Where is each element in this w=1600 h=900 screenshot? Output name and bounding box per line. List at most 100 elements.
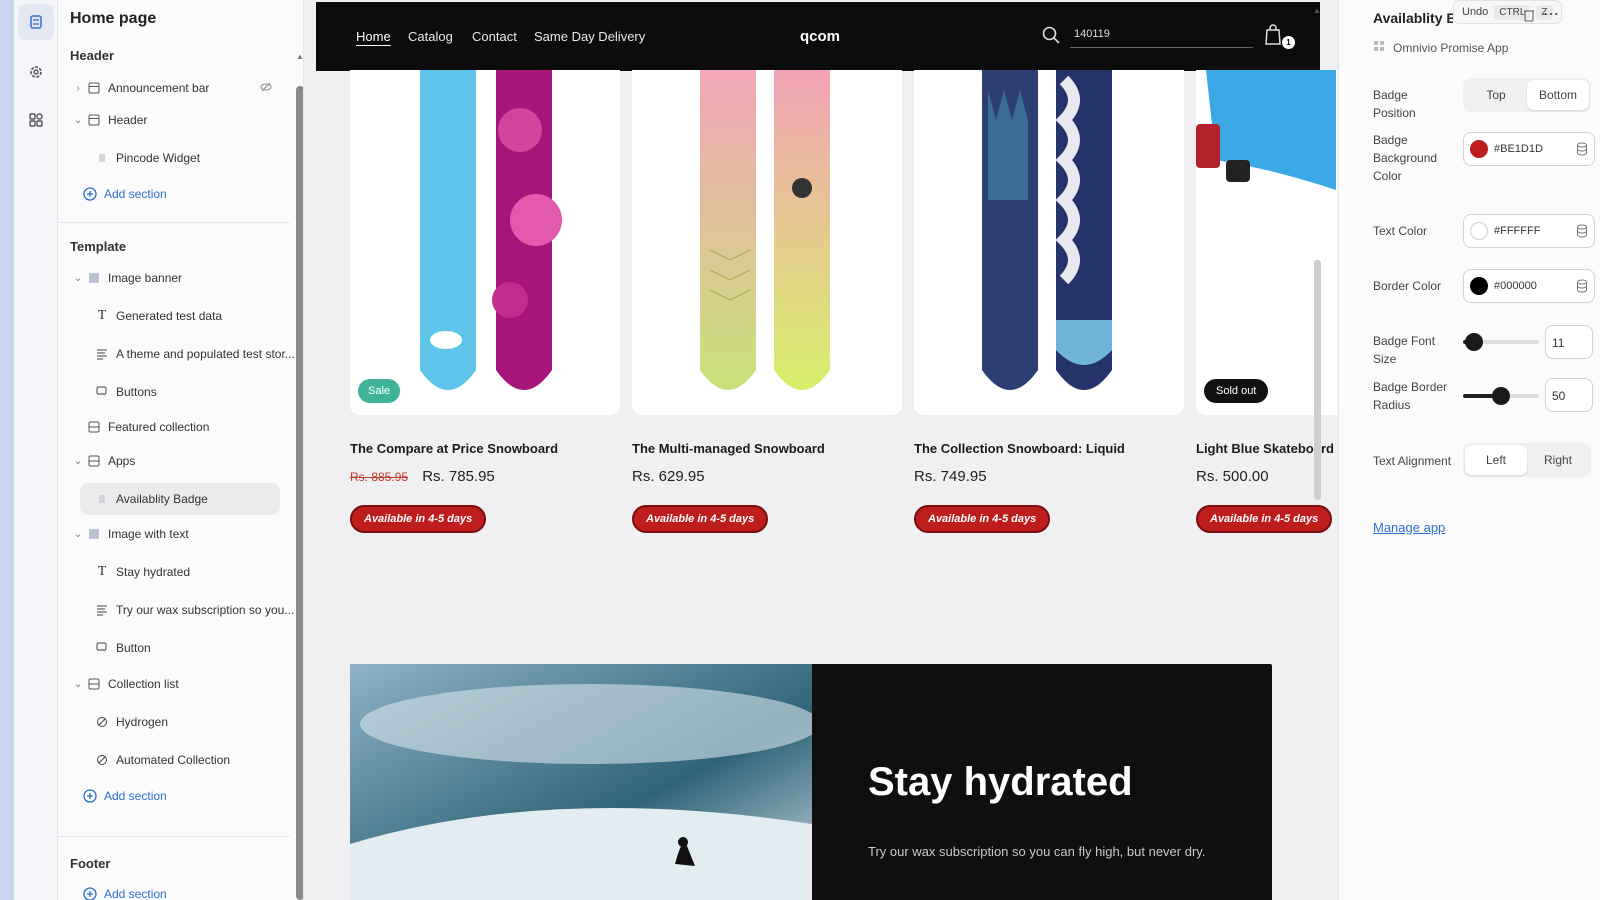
cart-icon[interactable]	[1264, 22, 1282, 51]
database-icon[interactable]	[1576, 279, 1588, 296]
bg-color-value[interactable]: #BE1D1D	[1494, 143, 1543, 155]
divider	[58, 836, 290, 837]
slider-handle[interactable]	[1492, 387, 1510, 405]
tree-item-theme-text[interactable]: A theme and populated test stor...	[94, 338, 303, 370]
store-logo[interactable]: qcom	[800, 28, 840, 45]
tree-item-label: Hydrogen	[116, 715, 169, 729]
search-icon[interactable]	[1042, 26, 1060, 49]
tree-item-header[interactable]: ⌄ Header	[58, 104, 286, 136]
sidebar-scrollbar[interactable]	[296, 86, 303, 900]
scroll-up-icon[interactable]: ▲	[296, 52, 303, 61]
tree-item-label: Collection list	[108, 677, 179, 691]
chevron-down-icon[interactable]: ⌄	[70, 273, 86, 284]
slider-handle[interactable]	[1465, 333, 1484, 351]
store-preview: Home Catalog Contact Same Day Delivery q…	[306, 0, 1338, 900]
chevron-down-icon[interactable]: ⌄	[70, 529, 86, 540]
bg-color-swatch[interactable]	[1470, 140, 1488, 158]
tree-item-availability-badge[interactable]: Availablity Badge	[80, 483, 280, 515]
tree-item-wax-text[interactable]: Try our wax subscription so you...	[94, 594, 303, 626]
tree-item-generated-test-data[interactable]: T Generated test data	[94, 300, 303, 332]
page-title[interactable]: Home page	[70, 10, 156, 28]
chevron-down-icon[interactable]: ⌄	[70, 456, 86, 467]
text-color-swatch[interactable]	[1470, 222, 1488, 240]
database-icon[interactable]	[1576, 224, 1588, 241]
badge-bg-color-field[interactable]: #BE1D1D	[1463, 132, 1595, 166]
sections-sidebar: Home page Header ▲ › Announcement bar ⌄ …	[58, 0, 304, 900]
tree-item-label: Try our wax subscription so you...	[116, 603, 295, 617]
product-image[interactable]	[914, 70, 1184, 415]
preview-scroll-up-icon[interactable]: ▲	[1313, 6, 1321, 15]
border-color-field[interactable]: #000000	[1463, 269, 1595, 303]
product-title[interactable]: The Compare at Price Snowboard	[350, 441, 620, 456]
border-radius-input[interactable]: 50	[1545, 378, 1593, 412]
preview-scrollbar[interactable]	[1314, 260, 1321, 500]
align-option-left[interactable]: Left	[1465, 445, 1527, 475]
product-image[interactable]: Sale	[350, 70, 620, 415]
pincode-input[interactable]: 140119	[1070, 24, 1253, 48]
nav-link-contact[interactable]: Contact	[472, 29, 517, 44]
font-size-slider[interactable]	[1463, 333, 1539, 351]
section-icon	[86, 419, 102, 435]
product-card[interactable]: The Collection Snowboard: Liquid Rs. 749…	[914, 70, 1184, 533]
text-alignment-label: Text Alignment	[1373, 454, 1452, 468]
product-card[interactable]: Sale The Compare at Price Snowboard Rs. …	[350, 70, 620, 533]
tree-item-buttons[interactable]: Buttons	[94, 376, 303, 408]
availability-badge: Available in 4-5 days	[1196, 505, 1333, 533]
more-options-icon[interactable]: ⋯	[1543, 4, 1559, 24]
sections-icon	[30, 15, 42, 29]
add-section-header-button[interactable]: Add section	[82, 178, 303, 210]
chevron-right-icon[interactable]: ›	[70, 83, 86, 94]
availability-badge: Available in 4-5 days	[632, 505, 769, 533]
chevron-down-icon[interactable]: ⌄	[70, 115, 86, 126]
tree-item-label: Stay hydrated	[116, 565, 191, 579]
database-icon[interactable]	[1576, 142, 1588, 159]
tree-item-hydrogen[interactable]: Hydrogen	[94, 706, 303, 738]
section-icon	[86, 112, 102, 128]
nav-link-catalog[interactable]: Catalog	[408, 29, 453, 44]
product-title[interactable]: The Multi-managed Snowboard	[632, 441, 902, 456]
border-color-swatch[interactable]	[1470, 277, 1488, 295]
text-alignment-toggle[interactable]: Left Right	[1463, 443, 1591, 477]
product-card[interactable]: The Multi-managed Snowboard Rs. 629.95 A…	[632, 70, 902, 533]
app-embeds-button[interactable]	[18, 102, 54, 138]
footer-group-heading: Footer	[70, 856, 111, 871]
availability-badge: Available in 4-5 days	[914, 505, 1051, 533]
tree-item-stay-hydrated[interactable]: T Stay hydrated	[94, 556, 303, 588]
position-option-top[interactable]: Top	[1465, 80, 1527, 110]
tree-item-announcement-bar[interactable]: › Announcement bar	[58, 72, 286, 104]
tree-item-featured-collection[interactable]: Featured collection	[58, 411, 286, 443]
text-color-value[interactable]: #FFFFFF	[1494, 225, 1540, 237]
add-section-footer-button[interactable]: Add section	[82, 878, 303, 900]
tree-item-label: Pincode Widget	[116, 151, 201, 165]
theme-settings-button[interactable]	[18, 54, 54, 90]
align-option-right[interactable]: Right	[1527, 445, 1589, 475]
eye-hidden-icon[interactable]	[260, 81, 272, 96]
nav-link-same-day-delivery[interactable]: Same Day Delivery	[534, 29, 645, 44]
gear-icon	[30, 66, 42, 78]
chevron-down-icon[interactable]: ⌄	[70, 679, 86, 690]
hero-heading: Stay hydrated	[868, 760, 1133, 804]
border-radius-slider[interactable]	[1463, 387, 1539, 405]
position-option-bottom[interactable]: Bottom	[1527, 80, 1589, 110]
tree-item-apps[interactable]: ⌄ Apps	[58, 445, 286, 477]
sale-tag: Sale	[358, 379, 401, 403]
tree-item-collection-list[interactable]: ⌄ Collection list	[58, 668, 286, 700]
border-color-value[interactable]: #000000	[1494, 280, 1537, 292]
font-size-input[interactable]: 11	[1545, 325, 1593, 359]
nav-link-home[interactable]: Home	[356, 29, 391, 44]
tree-item-pincode-widget[interactable]: Pincode Widget	[94, 142, 303, 174]
add-section-template-button[interactable]: Add section	[82, 780, 303, 812]
remove-block-icon[interactable]	[1523, 8, 1535, 27]
manage-app-link[interactable]: Manage app	[1373, 520, 1445, 535]
text-color-field[interactable]: #FFFFFF	[1463, 214, 1595, 248]
badge-position-toggle[interactable]: Top Bottom	[1463, 78, 1591, 112]
tree-item-automated-collection[interactable]: Automated Collection	[94, 744, 303, 776]
tree-item-image-banner[interactable]: ⌄ Image banner	[58, 262, 286, 294]
tree-item-label: Generated test data	[116, 309, 223, 323]
tree-item-button[interactable]: Button	[94, 632, 303, 664]
product-price: Rs. 785.95	[422, 468, 495, 485]
product-image[interactable]	[632, 70, 902, 415]
product-title[interactable]: The Collection Snowboard: Liquid	[914, 441, 1184, 456]
sections-nav-button[interactable]	[18, 4, 54, 40]
tree-item-image-with-text[interactable]: ⌄ Image with text	[58, 518, 286, 550]
